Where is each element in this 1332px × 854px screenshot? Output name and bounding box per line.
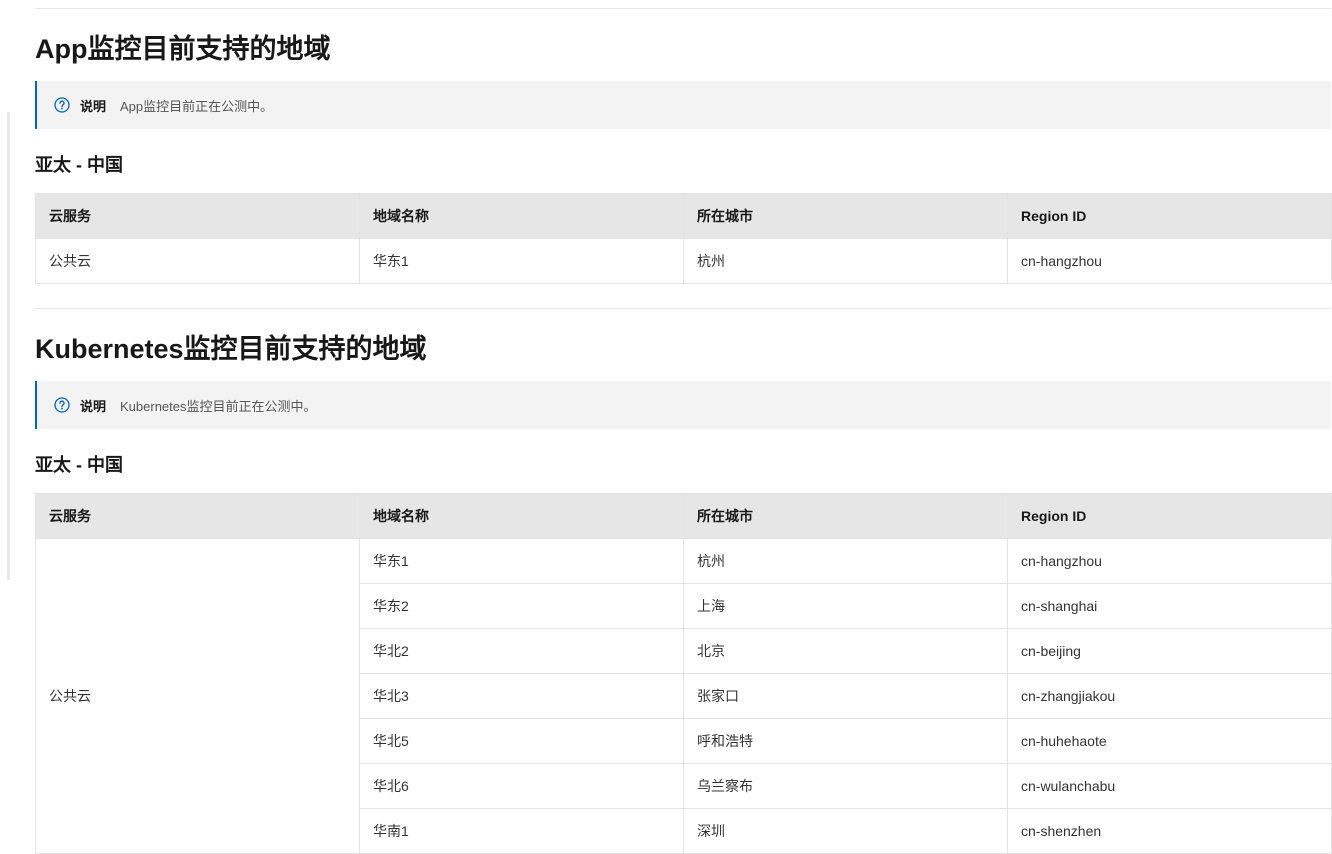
- column-header-service: 云服务: [35, 493, 360, 539]
- table-row: 公共云 华东1 杭州 cn-hangzhou: [35, 538, 1332, 854]
- cell-region-id: cn-hangzhou: [1007, 538, 1332, 584]
- cell-city: 张家口: [683, 673, 1008, 719]
- cell-city: 呼和浩特: [683, 718, 1008, 764]
- cell-region-id: cn-wulanchabu: [1007, 763, 1332, 809]
- cell-region-name: 华东2: [359, 583, 684, 629]
- cell-city: 深圳: [683, 808, 1008, 854]
- column-header-region-name: 地域名称: [359, 493, 684, 539]
- cell-region-name: 华北2: [359, 628, 684, 674]
- cell-region-name: 华北5: [359, 718, 684, 764]
- cell-city: 乌兰察布: [683, 763, 1008, 809]
- cell-region-id: cn-shenzhen: [1007, 808, 1332, 854]
- cell-service: 公共云: [35, 238, 360, 284]
- column-header-region-id: Region ID: [1007, 193, 1332, 239]
- section-title-app: App监控目前支持的地域: [35, 34, 331, 64]
- section-divider: [35, 308, 1331, 309]
- cell-service: 公共云: [35, 538, 360, 854]
- cell-region-name: 华南1: [359, 808, 684, 854]
- column-header-city: 所在城市: [683, 493, 1008, 539]
- note-box-app: 说明 App监控目前正在公测中。: [35, 81, 1331, 129]
- note-box-kubernetes: 说明 Kubernetes监控目前正在公测中。: [35, 381, 1331, 429]
- column-header-city: 所在城市: [683, 193, 1008, 239]
- table-header-row: 云服务 地域名称 所在城市 Region ID: [35, 193, 1332, 239]
- cell-region-name: 华北6: [359, 763, 684, 809]
- note-text: Kubernetes监控目前正在公测中。: [120, 398, 317, 414]
- cell-city: 杭州: [683, 538, 1008, 584]
- table-header-row: 云服务 地域名称 所在城市 Region ID: [35, 493, 1332, 539]
- section-divider: [35, 8, 1331, 9]
- region-subtitle-kubernetes: 亚太 - 中国: [35, 455, 123, 475]
- question-circle-icon: [54, 97, 70, 113]
- cell-region-name: 华东1: [359, 538, 684, 584]
- section-title-kubernetes: Kubernetes监控目前支持的地域: [35, 334, 427, 364]
- cell-city: 北京: [683, 628, 1008, 674]
- cell-region-name: 华东1: [359, 238, 684, 284]
- note-label: 说明: [80, 98, 107, 114]
- column-header-service: 云服务: [35, 193, 360, 239]
- note-label: 说明: [80, 398, 107, 414]
- cell-region-id: cn-hangzhou: [1007, 238, 1332, 284]
- cell-region-id: cn-huhehaote: [1007, 718, 1332, 764]
- column-header-region-id: Region ID: [1007, 493, 1332, 539]
- cell-city: 上海: [683, 583, 1008, 629]
- cell-region-name: 华北3: [359, 673, 684, 719]
- question-circle-icon: [54, 397, 70, 413]
- cell-region-id: cn-zhangjiakou: [1007, 673, 1332, 719]
- cell-region-id: cn-beijing: [1007, 628, 1332, 674]
- region-subtitle-app: 亚太 - 中国: [35, 155, 123, 175]
- column-header-region-name: 地域名称: [359, 193, 684, 239]
- table-row: 公共云 华东1 杭州 cn-hangzhou: [35, 238, 1332, 284]
- region-table-app: 云服务 地域名称 所在城市 Region ID 公共云 华东1 杭州 cn-ha…: [35, 193, 1332, 284]
- scrollbar-track[interactable]: [7, 112, 10, 580]
- cell-region-id: cn-shanghai: [1007, 583, 1332, 629]
- cell-city: 杭州: [683, 238, 1008, 284]
- note-text: App监控目前正在公测中。: [120, 98, 274, 114]
- region-table-kubernetes: 云服务 地域名称 所在城市 Region ID 公共云 华东1 杭州 cn-ha…: [35, 493, 1332, 854]
